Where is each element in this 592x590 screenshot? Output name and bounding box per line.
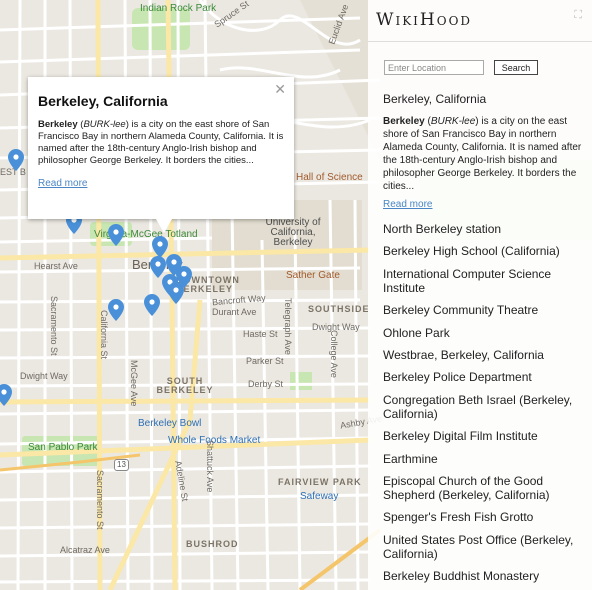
place-item[interactable]: Berkeley Buddhist Monastery — [383, 569, 588, 583]
map-label-bushrod: BUSHROD — [186, 539, 239, 549]
header-divider — [368, 41, 592, 42]
map-label-indian-rock-park: Indian Rock Park — [140, 3, 217, 14]
map-pin[interactable] — [8, 149, 24, 171]
info-window: ✕ Berkeley, California Berkeley (BURK-le… — [28, 77, 294, 233]
map-label-parker-st: Parker St — [246, 356, 284, 366]
selected-read-more-link[interactable]: Read more — [383, 199, 432, 210]
map-label-south-berkeley: SOUTH BERKELEY — [156, 376, 214, 395]
fullscreen-icon[interactable]: ⛶ — [574, 8, 582, 22]
place-item[interactable]: International Computer Science Institute — [383, 267, 588, 295]
place-item[interactable]: Congregation Beth Israel (Berkeley, Cali… — [383, 393, 588, 421]
info-window-description: Berkeley (BURK-lee) is a city on the eas… — [38, 119, 284, 167]
route-13-shield: 13 — [114, 459, 129, 471]
place-item[interactable]: Episcopal Church of the Good Shepherd (B… — [383, 474, 588, 502]
info-window-read-more-link[interactable]: Read more — [38, 178, 87, 189]
map-label-mcgee-ave: McGee Ave — [129, 360, 139, 407]
map-label-shattuck-ave: Shattuck Ave — [205, 440, 215, 493]
info-description-italic: BURK-lee — [83, 119, 126, 130]
map-label-california-st: California St — [99, 310, 109, 360]
search-button[interactable]: Search — [494, 60, 538, 75]
map-pin[interactable] — [108, 299, 124, 321]
map-label-derby-st: Derby St — [248, 379, 284, 389]
location-search-input[interactable] — [384, 60, 484, 75]
map-label-sacramento-st-s: Sacramento St — [95, 470, 105, 530]
map-label-college-ave: College Ave — [329, 330, 339, 378]
place-item[interactable]: Berkeley Community Theatre — [383, 303, 588, 317]
map-label-sather-gate: Sather Gate — [286, 270, 340, 281]
desc-bold: Berkeley — [383, 116, 425, 127]
place-item[interactable]: United States Post Office (Berkeley, Cal… — [383, 533, 588, 561]
places-list: North Berkeley station Berkeley High Sch… — [383, 222, 588, 590]
place-item[interactable]: Earthmine — [383, 452, 588, 466]
map-pin[interactable] — [144, 294, 160, 316]
selected-place-title: Berkeley, California — [383, 92, 487, 106]
place-item[interactable]: Spenger's Fresh Fish Grotto — [383, 510, 588, 524]
map-label-safeway: Safeway — [300, 491, 339, 502]
map-pin[interactable] — [108, 224, 124, 246]
info-description-bold: Berkeley — [38, 119, 78, 130]
place-item[interactable]: Berkeley Digital Film Institute — [383, 429, 588, 443]
map-label-berkeley-bowl: Berkeley Bowl — [138, 418, 202, 429]
sidebar: WikiHood ⛶ Search Berkeley, California B… — [368, 0, 592, 590]
map-label-fairview-park: FAIRVIEW PARK — [278, 477, 362, 487]
map-pin[interactable] — [168, 282, 184, 304]
place-item[interactable]: Berkeley Police Department — [383, 370, 588, 384]
map-pin[interactable] — [0, 384, 12, 406]
map-label-sacramento-st: Sacramento St — [49, 296, 59, 356]
map-label-durant-ave: Durant Ave — [212, 307, 257, 317]
desc-italic: BURK-lee — [430, 116, 476, 127]
map-label-alcatraz-ave: Alcatraz Ave — [60, 545, 110, 555]
selected-place-description: Berkeley (BURK-lee) is a city on the eas… — [383, 115, 588, 193]
place-item[interactable]: Ohlone Park — [383, 326, 588, 340]
map-label-hall-of-science: Hall of Science — [296, 172, 363, 183]
info-window-title: Berkeley, California — [38, 93, 168, 109]
map-label-hearst-ave: Hearst Ave — [34, 261, 78, 271]
place-item[interactable]: North Berkeley station — [383, 222, 588, 236]
app-logo-text: WikiHood — [376, 10, 473, 30]
map-label-san-pablo-park: San Pablo Park — [28, 442, 98, 453]
place-item[interactable]: Westbrae, Berkeley, California — [383, 348, 588, 362]
map-label-telegraph-ave: Telegraph Ave — [283, 298, 293, 355]
map-label-uc-berkeley: University of California, Berkeley — [265, 217, 321, 248]
map-label-dwight-way-w: Dwight Way — [20, 371, 68, 381]
desc-post: ) is a city on the east shore of San Fra… — [383, 116, 582, 192]
map-label-haste-st: Haste St — [243, 329, 278, 339]
map-label-southside: SOUTHSIDE — [308, 304, 370, 314]
place-item[interactable]: Berkeley High School (California) — [383, 244, 588, 258]
app-logo: WikiHood — [376, 10, 472, 30]
close-icon[interactable]: ✕ — [274, 82, 286, 98]
